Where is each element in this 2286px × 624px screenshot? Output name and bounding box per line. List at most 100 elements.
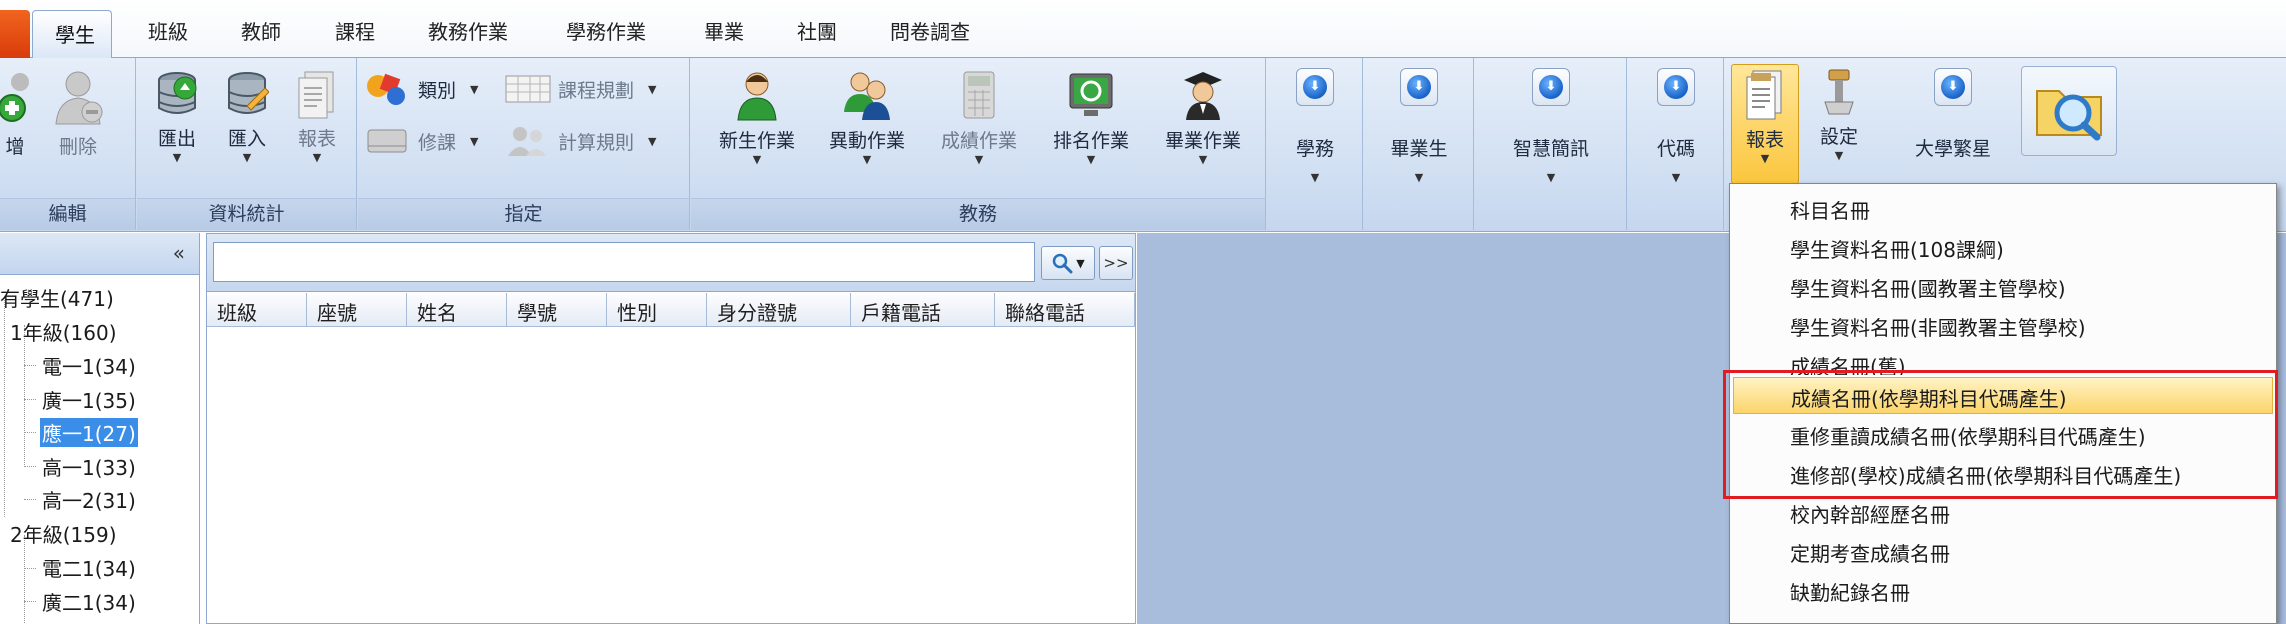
add-button-label: 增 — [5, 136, 25, 158]
transfer-button[interactable]: 異動作業 ▼ — [819, 68, 915, 167]
grade-button[interactable]: 成績作業 ▼ — [931, 68, 1027, 167]
tree-item-class[interactable]: 廣一1(35) — [42, 385, 136, 414]
tab-class[interactable]: 班級 — [148, 16, 188, 45]
export-button[interactable]: 匯出 ▼ — [147, 70, 207, 165]
take-course-dropdown-arrow: ▼ — [470, 134, 479, 148]
graduate-cap-icon — [1184, 72, 1222, 120]
tree-connector — [24, 325, 25, 465]
new-student-button[interactable]: 新生作業 ▼ — [709, 68, 805, 167]
tree-item-grade-1[interactable]: 1年級(160) — [10, 317, 117, 346]
tree-item-class-selected[interactable]: 應一1(27) — [40, 418, 138, 447]
tab-course[interactable]: 課程 — [335, 16, 375, 45]
tab-academic-affairs[interactable]: 教務作業 — [428, 16, 508, 45]
category-label: 類別 — [418, 79, 457, 102]
export-button-label: 匯出 — [157, 128, 196, 150]
column-header-name[interactable]: 姓名 — [407, 293, 507, 327]
arrow-down-circle-icon: ⬇ — [1934, 68, 1972, 106]
tree-connector — [24, 601, 36, 602]
tab-graduation[interactable]: 畢業 — [704, 16, 744, 45]
menu-item-subject-roster[interactable]: 科目名冊 — [1733, 190, 2273, 227]
tab-clubs[interactable]: 社團 — [797, 16, 837, 45]
tree-item-class[interactable]: 高一1(33) — [42, 452, 136, 481]
tab-survey[interactable]: 問卷調查 — [890, 16, 970, 45]
tab-student[interactable]: 學生 — [32, 10, 112, 59]
stats-report-button[interactable]: 報表 ▼ — [287, 70, 347, 165]
column-header-national-id[interactable]: 身分證號 — [707, 293, 851, 327]
tree-connector — [24, 365, 36, 366]
chevron-down-icon: ▼ — [1076, 256, 1085, 270]
add-icon — [0, 73, 29, 122]
menu-item-student-roster-k12ea[interactable]: 學生資料名冊(國教署主管學校) — [1733, 268, 2273, 305]
take-course-label: 修課 — [418, 131, 457, 154]
ranking-label: 排名作業 — [1052, 130, 1129, 152]
ribbon-group-graduate: ⬇ 畢業生 ▼ — [1364, 58, 1474, 230]
collapse-panel-button[interactable]: « — [173, 241, 185, 265]
tree-item-class[interactable]: 高一2(31) — [42, 485, 136, 514]
transfer-students-icon — [844, 72, 890, 120]
search-input[interactable] — [213, 242, 1035, 282]
tree-panel-header: « — [0, 233, 199, 275]
search-folder-button[interactable] — [2021, 66, 2117, 156]
course-plan-dropdown-arrow: ▼ — [648, 82, 657, 96]
tree-item-grade-2[interactable]: 2年級(159) — [10, 519, 117, 548]
delete-button[interactable]: 刪除 — [42, 68, 114, 159]
smart-brief-button[interactable]: ⬇ 智慧簡訊 ▼ — [1489, 68, 1613, 185]
calc-rule-label: 計算規則 — [558, 131, 635, 154]
search-button[interactable]: ▼ — [1041, 246, 1095, 280]
settings-label: 設定 — [1819, 126, 1858, 148]
tree-item-all-students[interactable]: 有學生(471) — [0, 283, 114, 312]
grade-label: 成績作業 — [940, 130, 1017, 152]
advanced-search-button[interactable]: >> — [1099, 246, 1133, 280]
code-button[interactable]: ⬇ 代碼 ▼ — [1636, 68, 1716, 185]
column-header-contact-phone[interactable]: 聯絡電話 — [995, 293, 1135, 327]
smart-brief-dropdown-arrow: ▼ — [1546, 171, 1556, 184]
calc-rule-people-icon — [508, 127, 546, 156]
tab-student-affairs[interactable]: 學務作業 — [566, 16, 646, 45]
column-header-gender[interactable]: 性別 — [607, 293, 707, 327]
ranking-button[interactable]: 排名作業 ▼ — [1043, 68, 1139, 167]
settings-button[interactable]: 設定 ▼ — [1805, 68, 1873, 163]
menu-item-periodic-exam-roster[interactable]: 定期考查成績名冊 — [1733, 533, 2273, 570]
arrow-down-circle-icon: ⬇ — [1400, 68, 1438, 106]
graduation-button[interactable]: 畢業作業 ▼ — [1153, 68, 1253, 167]
ribbon-group-data-stats: 匯出 ▼ 匯入 ▼ 報表 ▼ 資料統計 — [137, 58, 357, 230]
column-header-seat[interactable]: 座號 — [307, 293, 407, 327]
graduation-dropdown-arrow: ▼ — [1198, 153, 1208, 166]
delete-button-label: 刪除 — [58, 136, 97, 158]
menu-item-student-roster-non-k12ea[interactable]: 學生資料名冊(非國教署主管學校) — [1733, 307, 2273, 344]
university-star-button[interactable]: ⬇ 大學繁星 — [1895, 68, 2011, 161]
student-list-panel: ▼ >> 班級 座號 姓名 學號 性別 身分證號 戶籍電話 聯絡電話 — [206, 233, 1136, 624]
code-dropdown-arrow: ▼ — [1671, 171, 1681, 184]
column-header-student-id[interactable]: 學號 — [507, 293, 607, 327]
arrow-down-circle-icon: ⬇ — [1532, 68, 1570, 106]
menu-item-student-roster-108[interactable]: 學生資料名冊(108課綱) — [1733, 229, 2273, 266]
tree-item-class[interactable]: 電一1(34) — [42, 351, 136, 380]
import-button-label: 匯入 — [227, 128, 266, 150]
tree-item-class[interactable]: 電二1(34) — [42, 553, 136, 582]
report-document-icon — [1746, 70, 1782, 120]
calculator-icon — [963, 71, 995, 119]
add-button[interactable]: 增 — [0, 68, 30, 159]
column-header-class[interactable]: 班級 — [207, 293, 307, 327]
ribbon-group-smart-brief: ⬇ 智慧簡訊 ▼ — [1475, 58, 1627, 230]
import-button[interactable]: 匯入 ▼ — [217, 70, 277, 165]
arrow-down-circle-icon: ⬇ — [1657, 68, 1695, 106]
menu-item-attendance-roster[interactable]: 缺勤紀錄名冊 — [1733, 572, 2273, 609]
take-course-button[interactable]: 修課 ▼ — [364, 124, 478, 158]
tab-teacher[interactable]: 教師 — [241, 16, 281, 45]
category-button[interactable]: 類別 ▼ — [364, 72, 478, 106]
report-button[interactable]: 報表 ▼ — [1731, 64, 1799, 184]
smart-brief-label: 智慧簡訊 — [1512, 138, 1589, 160]
graduate-button[interactable]: ⬇ 畢業生 ▼ — [1374, 68, 1464, 185]
settings-dropdown-arrow: ▼ — [1834, 149, 1844, 162]
ribbon-group-code: ⬇ 代碼 ▼ — [1628, 58, 1724, 230]
database-export-icon — [158, 72, 197, 114]
calc-rule-button[interactable]: 計算規則 ▼ — [504, 124, 656, 158]
menu-item-cadre-roster[interactable]: 校內幹部經歷名冊 — [1733, 494, 2273, 531]
course-plan-button[interactable]: 課程規劃 ▼ — [504, 72, 656, 106]
new-student-label: 新生作業 — [718, 130, 795, 152]
tree-item-class[interactable]: 廣二1(34) — [42, 587, 136, 616]
column-header-home-phone[interactable]: 戶籍電話 — [851, 293, 995, 327]
application-menu-button[interactable] — [0, 10, 30, 58]
student-affairs-button[interactable]: ⬇ 學務 ▼ — [1275, 68, 1355, 185]
